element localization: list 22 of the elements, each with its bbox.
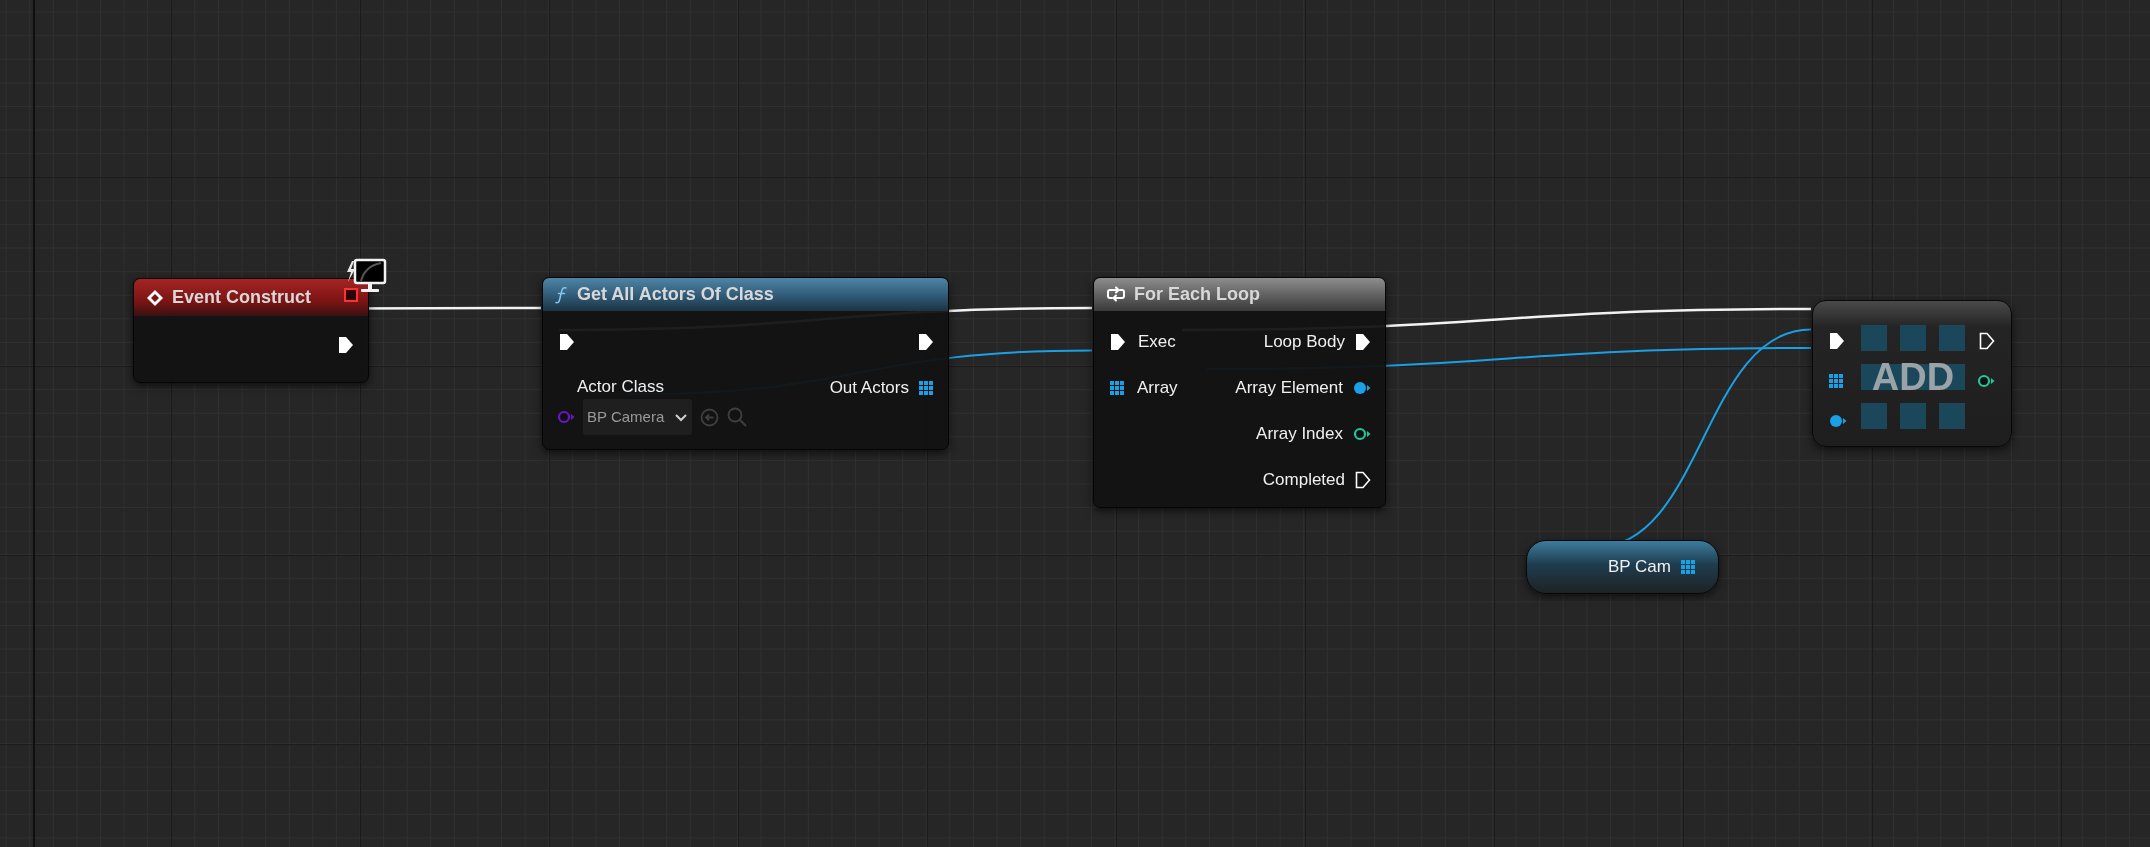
pin-label: Completed <box>1262 469 1345 492</box>
class-dropdown[interactable]: BP Camera <box>583 399 693 435</box>
pin-label: Actor Class <box>576 376 665 398</box>
event-node[interactable]: Event Construct <box>133 278 369 383</box>
function-node[interactable]: Get All Actors Of Class Actor Class BP Camera Out Actors <box>542 277 949 450</box>
pin-label: Out Actors <box>829 377 909 400</box>
compact-node[interactable]: ADD <box>1812 300 2012 447</box>
node-header[interactable]: Get All Actors Of Class <box>543 278 948 311</box>
variable-node[interactable]: BP Cam <box>1526 540 1719 594</box>
node-title: Get All Actors Of Class <box>577 283 774 306</box>
variable-name: BP Cam <box>1608 556 1671 579</box>
node-header[interactable]: For Each Loop <box>1094 278 1385 311</box>
node-title: Event Construct <box>172 286 312 309</box>
pin-label: Exec <box>1138 331 1176 354</box>
pin-label: Array Element <box>1235 377 1343 400</box>
node-header[interactable]: Event Construct <box>134 279 368 316</box>
pin-label: Array <box>1137 377 1178 400</box>
node-title: ADD <box>1871 364 1955 390</box>
node-title: For Each Loop <box>1134 283 1260 306</box>
macro-node[interactable]: For Each Loop Exec Loop Body Array Array Element Array Index Completed <box>1093 277 1386 508</box>
pin-label: Array Index <box>1256 423 1343 446</box>
pin-label: Loop Body <box>1263 331 1345 354</box>
